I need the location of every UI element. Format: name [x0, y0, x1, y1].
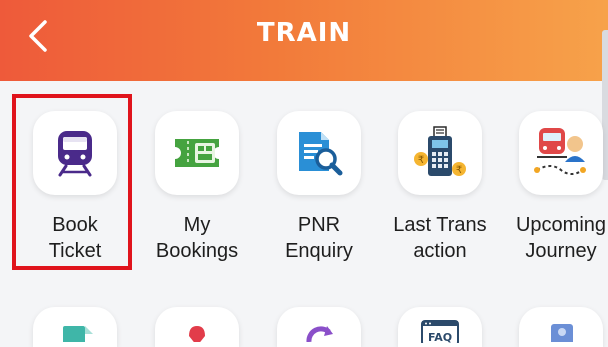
- pnr-enquiry-icon-box: [277, 111, 361, 195]
- faq-icon: FAQ: [421, 320, 459, 343]
- book-ticket-icon-box: [33, 111, 117, 195]
- document-search-icon: [299, 132, 343, 176]
- pos-terminal-icon: ₹ ₹: [414, 126, 466, 176]
- book-ticket-tile[interactable]: Book Ticket: [13, 81, 137, 281]
- row2-icon-box-1: [33, 307, 117, 347]
- svg-text:₹: ₹: [456, 165, 462, 176]
- row2-icon-box-4: FAQ: [398, 307, 482, 347]
- upcoming-journey-icon-box: [519, 111, 603, 195]
- my-bookings-tile[interactable]: My Bookings: [135, 81, 259, 281]
- profile-icon: [551, 324, 573, 342]
- row2-icon-box-2: [155, 307, 239, 347]
- row2-tile-3[interactable]: [257, 307, 381, 347]
- page-title: TRAIN: [256, 18, 352, 48]
- row2-icon-box-3: [277, 307, 361, 347]
- row2-tile-1[interactable]: [13, 307, 137, 347]
- my-bookings-icon-box: [155, 111, 239, 195]
- row2-tile-5[interactable]: [499, 307, 608, 347]
- schedule-icon: [63, 326, 93, 342]
- upcoming-journey-label: Upcoming Journey: [515, 214, 607, 262]
- row2-tile-4[interactable]: FAQ: [378, 307, 502, 347]
- my-bookings-label: My Bookings: [155, 214, 239, 262]
- faq-text: FAQ: [428, 331, 452, 343]
- last-transaction-icon-box: ₹ ₹: [398, 111, 482, 195]
- train-icon: [58, 131, 92, 177]
- last-transaction-label: Last Trans action: [393, 214, 487, 262]
- book-ticket-label: Book Ticket: [48, 214, 102, 262]
- refresh-icon: [306, 326, 333, 342]
- upcoming-journey-tile[interactable]: Upcoming Journey: [499, 81, 608, 281]
- row2-tile-2[interactable]: [135, 307, 259, 347]
- pnr-enquiry-label: PNR Enquiry: [285, 214, 353, 262]
- last-transaction-tile[interactable]: ₹ ₹ Last Trans action: [378, 81, 502, 281]
- svg-text:₹: ₹: [418, 155, 424, 166]
- train-journey-icon: [534, 128, 586, 175]
- menu-grid: Book Ticket My Bookings PNR Enquiry ₹ ₹ …: [0, 81, 608, 347]
- pnr-enquiry-tile[interactable]: PNR Enquiry: [257, 81, 381, 281]
- app-header: TRAIN: [0, 0, 608, 81]
- location-icon: [189, 326, 205, 342]
- ticket-icon: [175, 139, 219, 167]
- row2-icon-box-5: [519, 307, 603, 347]
